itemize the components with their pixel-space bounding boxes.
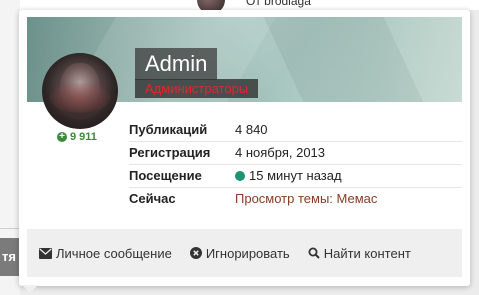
user-avatar[interactable] [42,53,118,129]
private-message-button[interactable]: Личное сообщение [39,246,172,261]
stat-value: 4 840 [235,122,268,137]
user-hovercard: + 9 911 Admin Администраторы Публикаций … [19,10,470,286]
find-content-label: Найти контент [323,245,411,261]
times-circle-icon [189,247,202,259]
envelope-icon [39,247,52,259]
current-activity-link[interactable]: Просмотр темы: Мемас [235,188,377,210]
search-icon [308,247,320,259]
background-author-line: От brodiaga [246,0,311,8]
stat-value: 4 ноября, 2013 [235,145,326,160]
stat-row-last-visit: Посещение 15 минут назад [129,165,462,188]
hovercard-pointer [22,285,38,293]
background-page-header [0,0,479,10]
user-group: Администраторы [135,79,259,98]
plus-circle-icon: + [57,132,67,142]
stat-row-registration: Регистрация 4 ноября, 2013 [129,142,462,165]
hovercard-actions: Личное сообщение Игнорировать Найти конт… [27,229,462,277]
stat-row-now: Сейчас Просмотр темы: Мемас [129,188,462,210]
stat-label: Публикаций [129,122,208,137]
find-content-button[interactable]: Найти контент [308,246,411,261]
user-name[interactable]: Admin [135,48,218,80]
background-divider [0,228,20,229]
reputation-value: 9 911 [70,131,97,143]
ignore-button[interactable]: Игнорировать [189,245,290,261]
private-message-label: Личное сообщение [56,245,172,261]
ignore-label: Игнорировать [205,245,290,261]
online-dot-icon [235,171,245,181]
stat-value-wrapper: 15 минут назад [235,165,342,187]
reputation-badge: + 9 911 [57,131,97,143]
stat-row-posts: Публикаций 4 840 [129,119,462,142]
stat-label: Регистрация [129,145,211,160]
profile-stats: Публикаций 4 840 Регистрация 4 ноября, 2… [129,119,462,210]
stat-value: 15 минут назад [249,168,342,183]
stat-label: Посещение [129,168,202,183]
stat-label: Сейчас [129,191,176,206]
